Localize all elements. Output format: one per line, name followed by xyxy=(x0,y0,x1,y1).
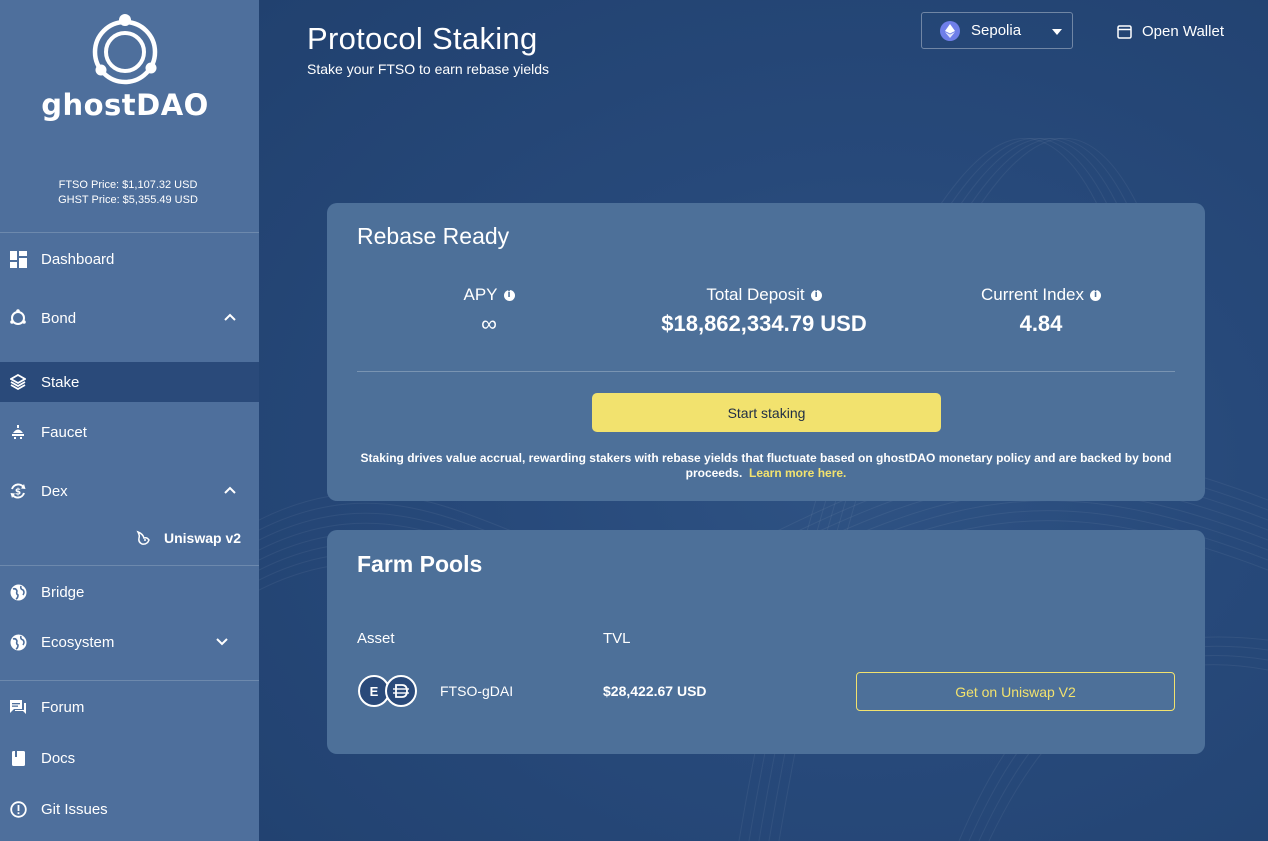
sidebar-item-ecosystem[interactable]: Ecosystem xyxy=(0,622,259,662)
total-deposit-value: $18,862,334.79 USD xyxy=(661,311,867,336)
pool-tvl: $28,422.67 USD xyxy=(603,683,707,699)
ghst-price: GHST Price: $5,355.49 USD xyxy=(58,194,198,206)
staking-description: Staking drives value accrual, rewarding … xyxy=(357,451,1175,481)
chevron-up-icon[interactable] xyxy=(223,483,237,497)
sidebar-item-dex[interactable]: $ Dex xyxy=(0,471,259,511)
sidebar-item-docs[interactable]: Docs xyxy=(0,738,259,778)
open-wallet-button[interactable]: Open Wallet xyxy=(1116,20,1224,42)
docs-book-icon xyxy=(9,749,27,767)
sidebar-item-faucet[interactable]: Faucet xyxy=(0,412,259,452)
sidebar-item-label: Bond xyxy=(41,309,77,327)
network-label: Sepolia xyxy=(971,22,1022,39)
sidebar-item-label: Ecosystem xyxy=(41,633,115,651)
apy-label: APY xyxy=(463,285,498,304)
brand-name: ghostDAO xyxy=(41,88,209,122)
current-index-stat: Current Index i 4.84 xyxy=(911,285,1171,337)
chevron-up-icon[interactable] xyxy=(223,310,237,324)
sidebar-item-uniswap-v2[interactable]: Uniswap v2 xyxy=(134,523,241,553)
get-on-uniswap-button[interactable]: Get on Uniswap V2 xyxy=(856,672,1175,711)
sidebar-item-dashboard[interactable]: Dashboard xyxy=(0,239,259,279)
divider xyxy=(0,232,259,233)
current-index-label: Current Index xyxy=(981,285,1084,304)
svg-text:$: $ xyxy=(15,488,21,498)
page-subtitle: Stake your FTSO to earn rebase yields xyxy=(307,61,549,77)
asset-column-header: Asset xyxy=(357,630,395,647)
divider xyxy=(357,371,1175,372)
sidebar-item-label: Bridge xyxy=(41,583,85,601)
divider xyxy=(0,565,259,566)
divider xyxy=(0,680,259,681)
dex-swap-icon: $ xyxy=(9,482,27,500)
ethereum-icon xyxy=(940,20,960,41)
forum-chat-icon xyxy=(9,698,27,716)
sidebar-item-forum[interactable]: Forum xyxy=(0,687,259,727)
current-index-value: 4.84 xyxy=(1019,311,1063,336)
dashboard-icon xyxy=(9,250,27,268)
learn-more-link[interactable]: Learn more here. xyxy=(749,466,846,480)
wallet-icon xyxy=(1116,23,1132,39)
sidebar-item-bond[interactable]: Bond xyxy=(0,298,259,338)
sidebar-item-label: Git Issues xyxy=(41,800,108,818)
sidebar-item-label: Dex xyxy=(41,482,68,500)
open-wallet-label: Open Wallet xyxy=(1142,22,1224,40)
rebase-card: Rebase Ready APY i ∞ Total Deposit i $18,8… xyxy=(327,203,1205,501)
caret-down-icon xyxy=(1052,29,1062,35)
sidebar-item-bridge[interactable]: Bridge xyxy=(0,572,259,612)
table-row: E FTSO-gDAI $28,422.67 USD Get on Uniswa… xyxy=(357,672,1175,712)
info-icon[interactable]: i xyxy=(503,289,515,301)
sidebar-item-label: Docs xyxy=(41,749,76,767)
ftso-price: FTSO Price: $1,107.32 USD xyxy=(58,179,198,191)
sidebar-item-label: Dashboard xyxy=(41,250,115,268)
pool-name: FTSO-gDAI xyxy=(440,683,514,699)
info-icon[interactable]: i xyxy=(810,289,822,301)
sidebar-item-label: Faucet xyxy=(41,423,87,441)
total-deposit-stat: Total Deposit i $18,862,334.79 USD xyxy=(634,285,894,337)
pool-pair-icons: E xyxy=(357,675,419,709)
farm-pools-title: Farm Pools xyxy=(357,551,483,577)
sidebar-item-stake[interactable]: Stake xyxy=(0,362,259,402)
info-icon[interactable]: i xyxy=(1090,289,1101,301)
sidebar-item-label: Uniswap v2 xyxy=(164,530,242,546)
bond-icon xyxy=(9,309,27,327)
apy-value: ∞ xyxy=(481,311,497,336)
gdai-token-icon xyxy=(385,675,417,707)
sidebar-item-label: Stake xyxy=(41,373,80,391)
page-title: Protocol Staking xyxy=(307,21,538,56)
logo[interactable]: ghostDAO xyxy=(0,12,250,122)
sidebar-item-label: Forum xyxy=(41,698,85,716)
sidebar-item-git-issues[interactable]: Git Issues xyxy=(0,789,259,829)
alert-circle-icon xyxy=(9,800,27,818)
ghostdao-logo-icon xyxy=(92,14,158,85)
globe-icon xyxy=(9,633,27,651)
tvl-column-header: TVL xyxy=(603,630,631,647)
apy-stat: APY i ∞ xyxy=(359,285,619,337)
network-selector[interactable]: Sepolia xyxy=(921,12,1073,49)
main-content: Protocol Staking Stake your FTSO to earn… xyxy=(259,0,1268,841)
rebase-card-title: Rebase Ready xyxy=(357,223,510,249)
token-prices: FTSO Price: $1,107.32 USD GHST Price: $5… xyxy=(0,178,256,208)
farm-pools-card: Farm Pools Asset TVL E FTSO-gDAI $28,422… xyxy=(327,530,1205,754)
uniswap-unicorn-icon xyxy=(134,529,152,547)
globe-icon xyxy=(9,583,27,601)
total-deposit-label: Total Deposit xyxy=(706,285,805,304)
stake-layers-icon xyxy=(9,373,27,391)
faucet-icon xyxy=(9,423,27,441)
start-staking-button[interactable]: Start staking xyxy=(592,393,941,432)
sidebar: ghostDAO FTSO Price: $1,107.32 USD GHST … xyxy=(0,0,259,841)
chevron-down-icon[interactable] xyxy=(215,634,229,648)
